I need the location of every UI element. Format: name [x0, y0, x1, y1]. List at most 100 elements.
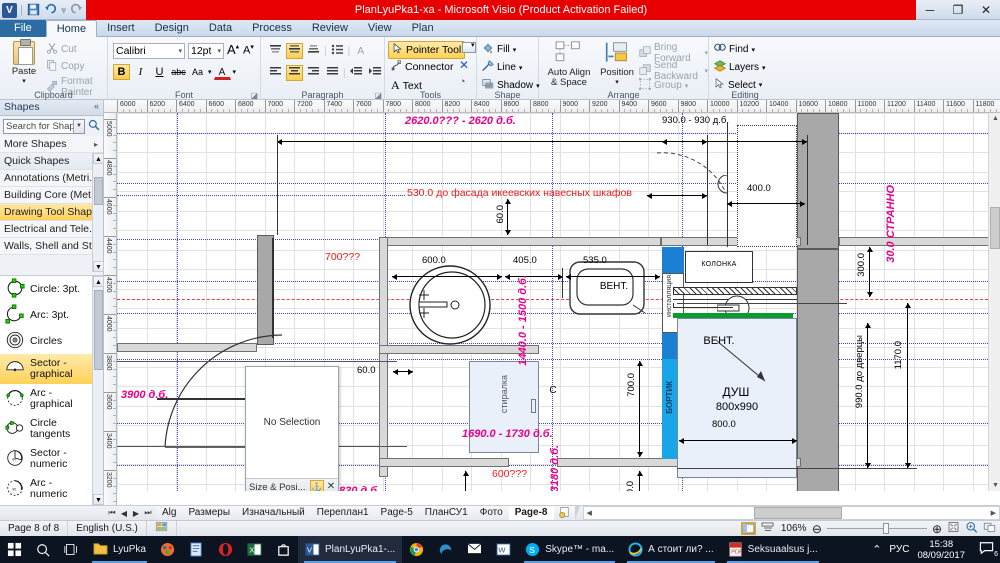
shape-item-arc-graphical[interactable]: Arc - graphical	[0, 384, 103, 414]
tab-process[interactable]: Process	[242, 20, 302, 37]
last-page-icon[interactable]: ⏭	[142, 508, 154, 518]
stencil-scrollbar[interactable]: ▲ ▼	[92, 153, 104, 272]
taskbar-item-lyupka[interactable]: LyuPka	[86, 536, 153, 563]
start-button[interactable]	[0, 536, 29, 563]
font-color-arrow[interactable]: ▾	[233, 68, 237, 76]
tab-insert[interactable]: Insert	[97, 20, 145, 37]
minimize-button[interactable]: ─	[916, 0, 944, 20]
scroll-down-icon[interactable]: ▼	[93, 494, 104, 505]
auto-align-space-button[interactable]: Auto Align & Space	[543, 41, 595, 88]
pointer-tool-button[interactable]: Pointer Tool	[388, 41, 466, 59]
taskbar-item-opera[interactable]	[211, 536, 240, 563]
system-tray[interactable]: ⌃ РУС 15:38 08/09/2017 6	[872, 539, 1000, 561]
align-left-icon[interactable]	[267, 65, 284, 81]
font-size-combo[interactable]: 12pt ▾	[188, 43, 224, 59]
italic-button[interactable]: I	[132, 64, 149, 80]
tab-home[interactable]: Home	[45, 20, 98, 37]
page-nav-buttons[interactable]: ⏮ ◀ ▶ ⏭	[104, 506, 156, 520]
paragraph-dialog-launcher[interactable]: ◪	[374, 91, 382, 100]
connector-tool-button[interactable]: Connector	[388, 59, 456, 75]
pointer-extras-icon[interactable]: ◔	[459, 76, 466, 88]
vertical-ruler[interactable]: 5000 4800 4600 4400 4200 4000 3800 3600 3400 3200	[104, 113, 117, 505]
grow-font-button[interactable]: A▴	[227, 42, 239, 57]
tab-view[interactable]: View	[358, 20, 402, 37]
notifications-icon[interactable]: 6	[979, 541, 1000, 558]
fill-arrow[interactable]: ▾	[513, 46, 517, 54]
taskbar-clock[interactable]: 15:38 08/09/2017	[917, 539, 971, 561]
shape-item-circle-3pt[interactable]: Circle: 3pt.	[0, 276, 103, 302]
status-right-controls[interactable]: 106% ⊖ ⊕	[740, 521, 1000, 536]
align-center-icon[interactable]	[286, 65, 303, 81]
presentation-view-icon[interactable]	[761, 522, 776, 535]
windows-taskbar[interactable]: LyuPka X V PlanLyuPka1-... W S Skype™ - …	[0, 536, 1000, 563]
scroll-up-icon[interactable]: ▲	[93, 153, 104, 164]
text-direction-icon[interactable]: A	[352, 43, 369, 59]
strikethrough-button[interactable]: abc	[170, 64, 187, 80]
font-dialog-launcher[interactable]: ◪	[250, 91, 258, 100]
canvas-vertical-scrollbar[interactable]: ▲ ▼	[988, 113, 1000, 491]
copy-button[interactable]: Copy	[46, 59, 84, 74]
search-icon[interactable]	[87, 119, 100, 134]
page-tab-plansu1[interactable]: ПланСУ1	[418, 506, 479, 520]
ribbon-tabs[interactable]: File Home Insert Design Data Process Rev…	[0, 20, 1000, 37]
shape-gallery-scrollbar[interactable]: ▲ ▼	[92, 276, 104, 505]
taskbar-item-pdf[interactable]: PDF Seksuaalsus j...	[721, 536, 825, 563]
paste-dropdown-arrow[interactable]: ▾	[4, 77, 44, 85]
taskbar-item-chrome[interactable]	[402, 536, 431, 563]
pointer-tool-arrow[interactable]: ▾	[471, 41, 475, 49]
taskbar-search-icon[interactable]	[29, 536, 57, 563]
align-right-icon[interactable]	[305, 65, 322, 81]
task-view-icon[interactable]	[57, 536, 86, 563]
line-button[interactable]: Line ▾	[482, 60, 522, 75]
shrink-font-button[interactable]: A▾	[243, 43, 254, 57]
new-page-icon[interactable]	[553, 506, 580, 520]
taskbar-item-skype[interactable]: S Skype™ - ma...	[518, 536, 621, 563]
align-bottom-icon[interactable]	[305, 43, 322, 59]
tab-review[interactable]: Review	[302, 20, 358, 37]
first-page-icon[interactable]: ⏮	[106, 508, 118, 518]
shape-item-arc-3pt[interactable]: Arc: 3pt.	[0, 302, 103, 328]
undo-icon[interactable]	[43, 3, 58, 18]
font-family-combo[interactable]: Calibri ▾	[113, 43, 185, 59]
scrollbar-thumb[interactable]	[94, 290, 103, 370]
shape-item-circle-tangents[interactable]: Circle tangents	[0, 414, 103, 444]
page-count-status[interactable]: Page 8 of 8	[0, 520, 69, 537]
horizontal-ruler[interactable]: 6000 6200 6400 6600 6800 7000 7200 7400 7600 7800…	[104, 100, 1000, 113]
scroll-up-icon[interactable]: ▲	[93, 276, 104, 287]
stencil-quick-shapes[interactable]: Quick Shapes	[0, 153, 103, 170]
find-arrow[interactable]: ▾	[751, 46, 755, 54]
scrollbar-thumb[interactable]	[753, 507, 842, 519]
fit-page-icon[interactable]	[947, 521, 960, 536]
find-button[interactable]: Find ▾	[714, 42, 755, 57]
line-arrow[interactable]: ▾	[519, 64, 523, 72]
close-icon[interactable]: ✕	[324, 480, 338, 491]
fill-button[interactable]: Fill ▾	[482, 42, 516, 57]
next-page-icon[interactable]: ▶	[130, 509, 142, 518]
scrollbar-thumb[interactable]	[94, 177, 103, 205]
tab-data[interactable]: Data	[199, 20, 242, 37]
save-icon[interactable]	[26, 3, 41, 18]
normal-view-icon[interactable]	[740, 522, 756, 535]
collapse-pane-icon[interactable]: «	[94, 101, 99, 111]
zoom-slider[interactable]	[826, 522, 927, 535]
stencil-annotations[interactable]: Annotations (Metri...	[0, 170, 103, 187]
scroll-down-icon[interactable]: ▼	[93, 261, 104, 272]
taskbar-item-paint[interactable]	[153, 536, 182, 563]
tray-language[interactable]: РУС	[889, 544, 909, 555]
scroll-down-icon[interactable]: ▼	[992, 482, 999, 489]
chevron-down-icon[interactable]: ▼	[73, 119, 84, 133]
tab-plan[interactable]: Plan	[402, 20, 444, 37]
underline-button[interactable]: U	[151, 64, 168, 80]
delete-connection-icon[interactable]: ✕	[459, 58, 469, 72]
stencil-drawing-tool-shapes[interactable]: Drawing Tool Shap...	[0, 204, 103, 221]
scrollbar-thumb[interactable]	[990, 207, 1000, 249]
zoom-slider-knob[interactable]	[882, 523, 889, 534]
page-tab-iznachalny[interactable]: Изначальный	[236, 506, 316, 520]
ribbon-tab-bar[interactable]: File Home Insert Design Data Process Rev…	[0, 20, 1000, 54]
change-case-button[interactable]: Aa	[189, 64, 206, 80]
shape-item-arc-numeric[interactable]: 90 Arc - numeric	[0, 474, 103, 504]
paste-button[interactable]: Paste ▾	[4, 39, 44, 85]
shape-item-sector-numeric[interactable]: 90 Sector - numeric	[0, 444, 103, 474]
position-button[interactable]: Position ▾	[597, 41, 637, 86]
layers-arrow[interactable]: ▾	[762, 64, 766, 72]
